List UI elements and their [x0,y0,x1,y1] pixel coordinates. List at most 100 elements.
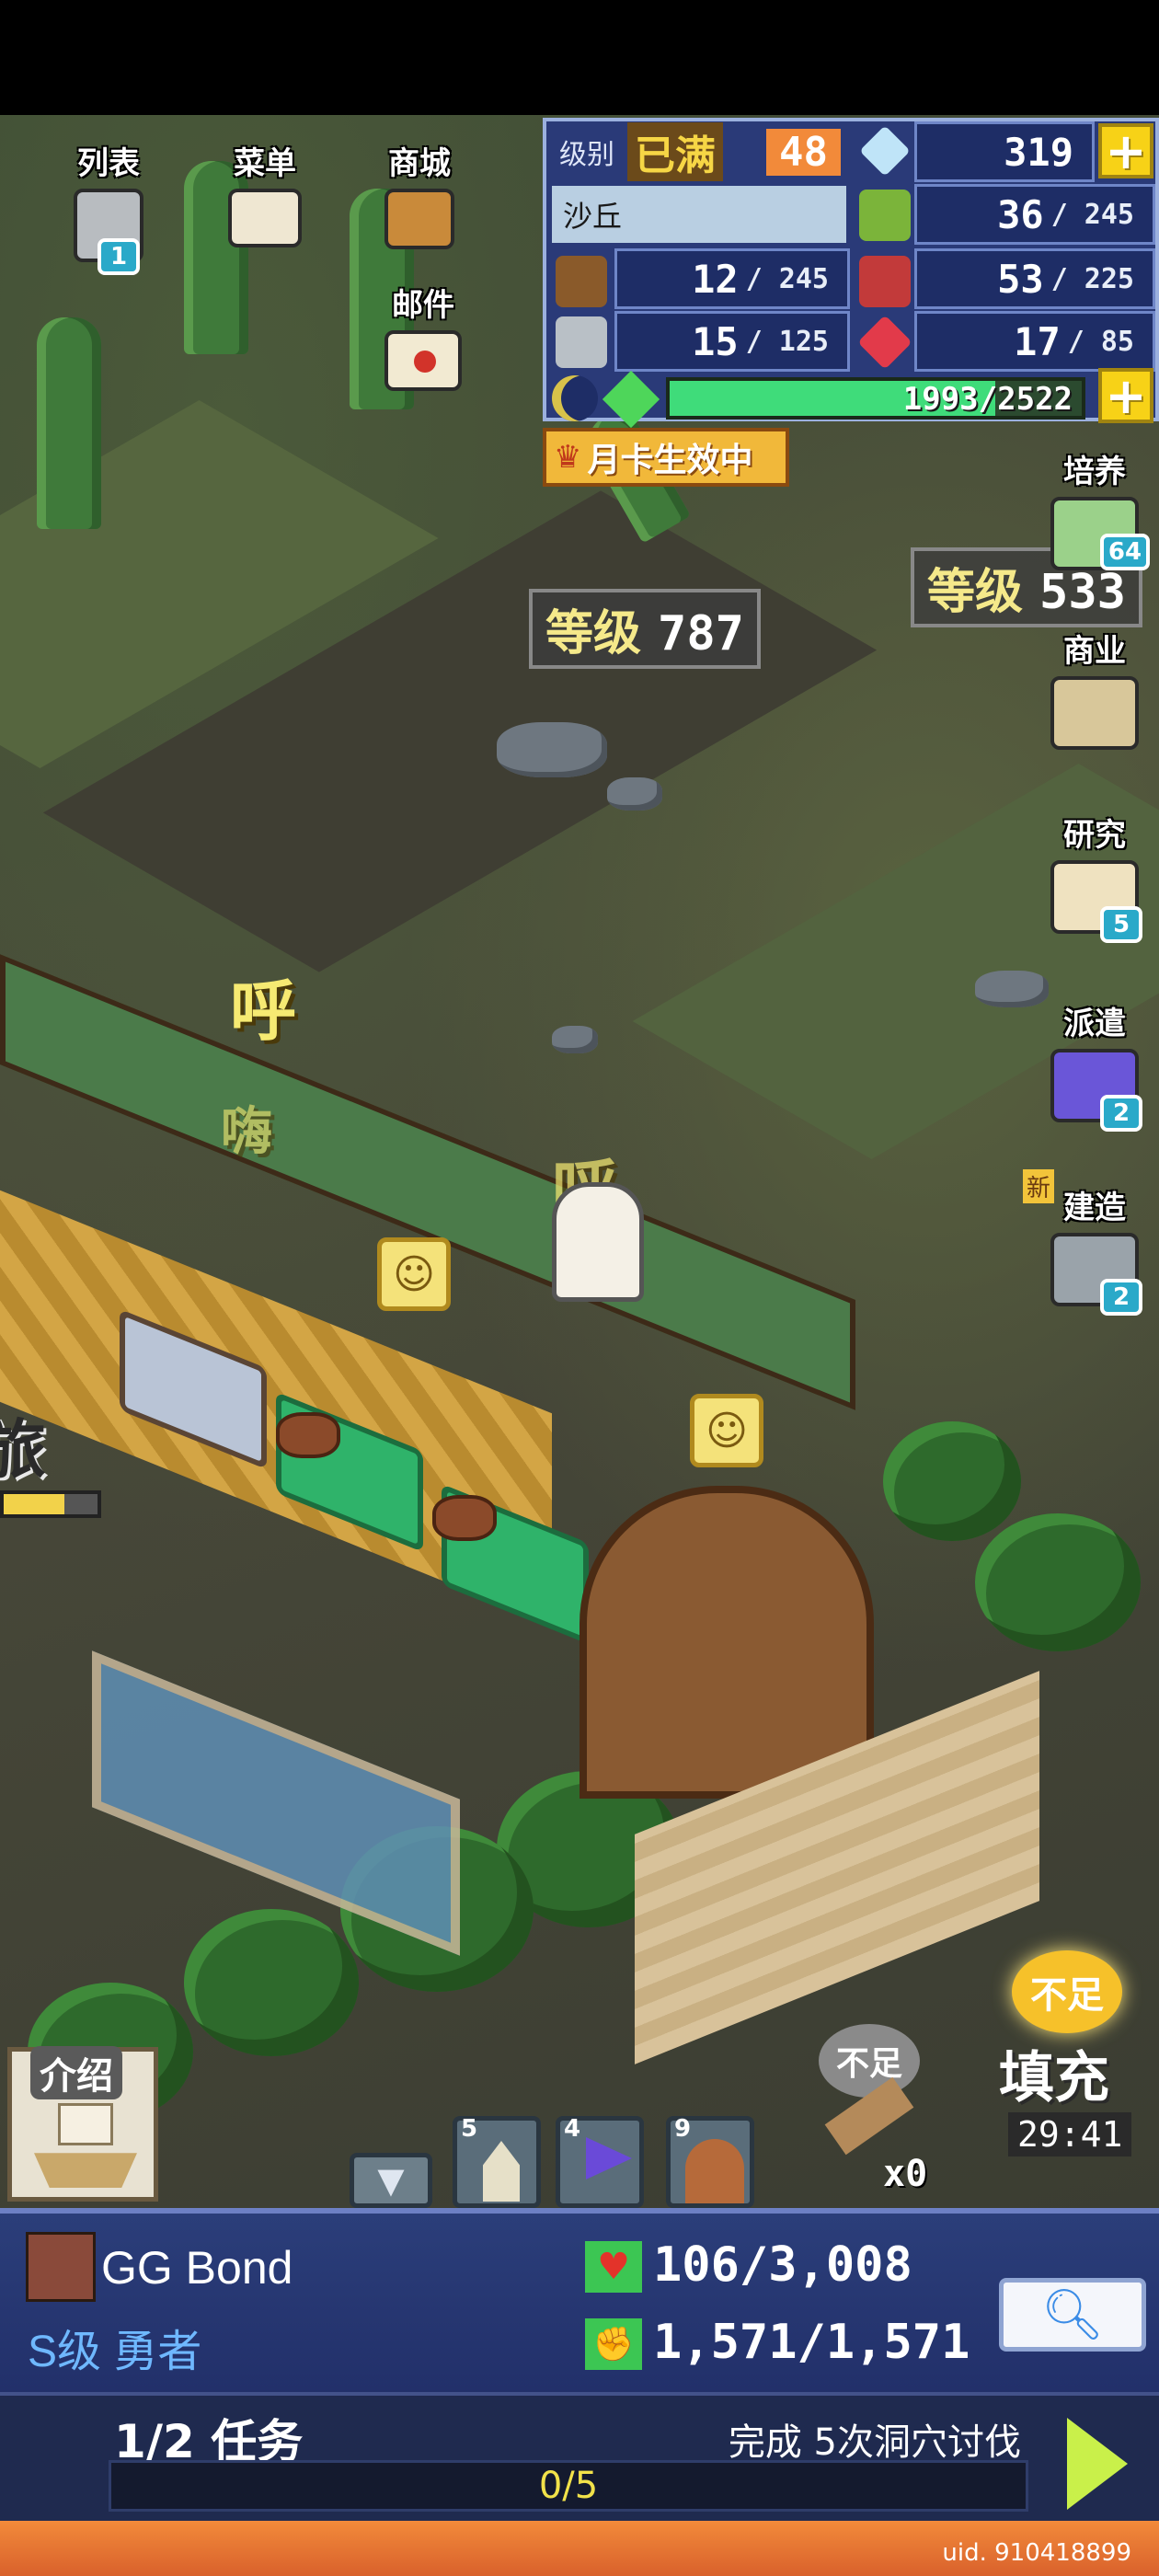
tower-slot[interactable]: 5 [453,2115,541,2208]
hammer-icon: 2 [1050,1233,1142,1316]
signboard-icon [228,189,302,247]
energy-bar: 1993/2522 [666,377,1085,420]
hp-value: 106/3,008 [653,2237,912,2293]
stamina-icon: ✊ [585,2318,642,2370]
quest-panel[interactable]: 1/2 任务 完成 5次洞穴讨伐 0/5 [0,2392,1159,2521]
quest-progress-bar: 0/5 [109,2460,1028,2512]
inn-building[interactable]: ☺ ☺ [0,954,1039,2064]
list-button[interactable]: 列表 1 [74,138,143,275]
flag-icon [586,2137,632,2179]
stone-max: / 125 [745,325,829,358]
inn-entrance[interactable] [580,1486,874,1799]
intro-button[interactable]: 介绍 [7,2046,158,2202]
cave-icon [685,2139,744,2203]
dispatch-label: 派遣 [1063,1006,1126,1042]
bottom-strip: uid. 910418899 [0,2521,1159,2576]
level-tag-value: 533 [1039,565,1126,620]
wood-counter: 12/ 245 [614,248,850,309]
cactus [37,317,101,529]
heart-icon: ♥ [585,2241,642,2293]
tutorial-pointer-hand-icon [552,1182,644,1302]
mail-button[interactable]: 邮件 [384,280,462,391]
list-badge: 1 [98,238,140,275]
floating-text: 呼 [230,972,297,1050]
green-gem-icon [602,370,660,429]
level-tag-label: 等级 [545,606,642,661]
menu-label: 菜单 [234,145,296,182]
wood-max: / 245 [745,262,829,295]
refill-timer: 29:41 [1008,2112,1132,2156]
diamond-icon [859,125,911,177]
menu-button[interactable]: 菜单 [228,138,302,247]
monthly-card-banner[interactable]: ♛ 月卡生效中 [543,428,789,487]
build-label: 建造 [1063,1190,1126,1226]
rock [607,777,662,811]
wood-value: 12 [692,256,739,302]
envelope-icon [384,330,462,391]
stone-counter: 15/ 125 [614,311,850,372]
flag-icon: 2 [1050,1049,1142,1132]
dispatch-button[interactable]: 派遣 2 [1039,998,1150,1132]
build-button[interactable]: 新 建造 2 [1023,1169,1150,1316]
slot-count: 5 [461,2115,478,2143]
shop-button[interactable]: 商城 [384,138,454,249]
avatar[interactable] [26,2232,96,2302]
quest-count: 0/5 [538,2465,599,2507]
building-name-label: 旅 [0,1412,46,1488]
search-button[interactable]: 🔍︎ [999,2278,1146,2352]
rock [975,971,1049,1007]
player-rank: S级 勇者 [28,2328,202,2376]
refill-stamp: 不足 [1012,1950,1122,2033]
resource-panel: 级别 已满 48 319 + 沙丘 36/ 245 12/ 245 53/ 22… [543,118,1159,429]
status-bar-area [0,0,1159,115]
add-gems-button[interactable]: + [1098,122,1153,180]
search-icon: 🔍︎ [1040,2285,1105,2343]
level-tag-label: 等级 [927,565,1024,620]
ruby-icon [857,315,912,370]
mail-label: 邮件 [392,287,454,324]
level-tag-value: 787 [658,606,744,661]
knight-helmet-icon: 1 [74,189,143,275]
business-button[interactable]: 商业 [1039,626,1150,750]
chevron-down-icon: ▼ [377,2160,405,2201]
tool-shortage-panel[interactable]: 不足 x0 [791,2024,957,2208]
shop-label: 商城 [388,145,451,182]
add-energy-button[interactable]: + [1098,367,1153,425]
rock [552,1026,598,1053]
stone-value: 15 [692,318,739,364]
player-panel: GG Bond S级 勇者 ♥ 106/3,008 ✊ 1,571/1,571 … [0,2208,1159,2392]
flag-slot[interactable]: 4 [556,2115,644,2208]
sleeping-guest[interactable] [276,1412,340,1458]
train-badge: 64 [1100,534,1150,570]
gems-counter: 319 [914,121,1095,182]
gems-value: 319 [1004,129,1073,175]
shortage-count: x0 [883,2153,928,2195]
food-counter: 53/ 225 [914,248,1155,309]
food-icon [859,256,911,307]
moon-icon [552,375,598,421]
train-button[interactable]: 培养 64 [1039,446,1150,570]
crown-icon: ♛ [554,439,582,476]
game-map[interactable]: ☺ ☺ 旅 呼 嗨 呼 等级787 等级533 ♛ 月卡生效中 [0,115,1159,2208]
bush [184,1909,359,2056]
dispatch-badge: 2 [1100,1095,1142,1132]
rock [497,722,607,777]
research-badge: 5 [1100,906,1142,943]
build-badge: 2 [1100,1279,1142,1316]
grass-value: 36 [997,191,1044,237]
sleeping-guest[interactable] [432,1495,497,1541]
refill-button[interactable]: 不足 填充 29:41 [975,1950,1155,2190]
refill-label: 填充 [999,2046,1109,2110]
intro-label: 介绍 [30,2046,122,2099]
collapse-toggle[interactable]: ▼ [350,2153,432,2208]
grass-max: / 245 [1050,198,1134,231]
cave-slot[interactable]: 9 [666,2115,754,2208]
research-button[interactable]: 研究 5 [1039,810,1150,943]
sprout-icon: 64 [1050,497,1150,570]
happy-face-icon: ☺ [377,1237,451,1311]
energy-text: 1993/2522 [902,381,1073,418]
play-arrow-icon[interactable] [1067,2418,1128,2510]
uid-label: uid. 910418899 [942,2539,1131,2567]
grass-counter: 36/ 245 [914,184,1155,245]
floating-text: 嗨 [221,1102,272,1162]
